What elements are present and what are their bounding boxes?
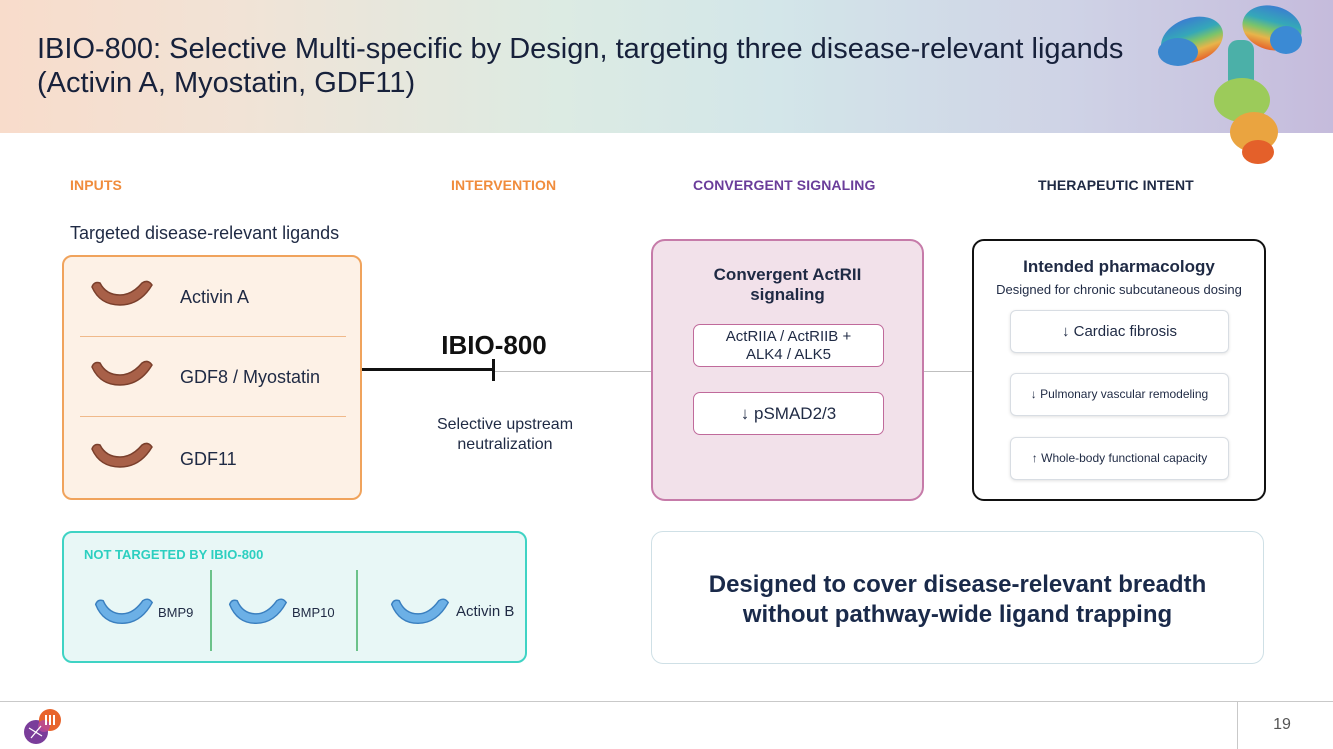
ligand-label: BMP10	[292, 605, 335, 620]
design-statement-box: Designed to cover disease-relevant bread…	[651, 531, 1264, 664]
ligand-icon	[228, 598, 288, 625]
intervention-description: Selective upstream neutralization	[436, 416, 574, 453]
ligand-label: GDF8 / Myostatin	[180, 367, 321, 387]
ligand-label: Activin A	[180, 287, 250, 307]
psmad-pill: ↓ pSMAD2/3	[693, 392, 884, 435]
ligand-icon	[390, 598, 450, 625]
page-number: 19	[1273, 716, 1291, 733]
row-divider	[80, 416, 346, 417]
not-targeted-title: NOT TARGETED BY IBIO-800	[84, 547, 264, 562]
ligand-icon	[91, 442, 153, 468]
receptor-pill: ActRIIA / ActRIIB + ALK4 / ALK5	[693, 324, 884, 367]
therapeutic-subtitle: Designed for chronic subcutaneous dosing	[996, 282, 1242, 297]
drug-label: IBIO-800	[441, 330, 547, 360]
column-header-inputs: INPUTS	[70, 177, 122, 193]
ligand-row: GDF11	[64, 419, 360, 499]
column-header-convergent: CONVERGENT SIGNALING	[693, 177, 876, 193]
convergent-signaling-box: Convergent ActRII signaling ActRIIA / Ac…	[651, 239, 924, 501]
column-header-therapeutic: THERAPEUTIC INTENT	[1038, 177, 1194, 193]
design-statement: Designed to cover disease-relevant bread…	[708, 571, 1207, 628]
ligand-label: GDF11	[180, 449, 237, 469]
not-targeted-box: NOT TARGETED BY IBIO-800 BMP9 BMP10 Acti…	[62, 531, 527, 663]
connector-line	[495, 371, 652, 372]
therapeutic-title: Intended pharmacology	[1023, 257, 1215, 276]
header-banner: IBIO-800: Selective Multi-specific by De…	[0, 0, 1333, 164]
footer-divider	[0, 701, 1333, 702]
ligand-label: Activin B	[456, 603, 515, 620]
ligand-row: GDF8 / Myostatin	[64, 337, 360, 417]
column-divider	[356, 570, 358, 651]
ligand-icon	[94, 598, 154, 625]
column-divider	[210, 570, 212, 651]
outcome-pill: ↑ Whole-body functional capacity	[1010, 437, 1229, 480]
connector-line	[924, 371, 972, 372]
inputs-subtitle: Targeted disease-relevant ligands	[70, 223, 340, 243]
ligand-icon	[91, 280, 153, 306]
antibody-icon	[1158, 5, 1302, 164]
inhibition-line	[362, 368, 494, 371]
footer-divider-vertical	[1237, 702, 1238, 749]
ligand-row: Activin A	[64, 257, 360, 337]
therapeutic-intent-box: Intended pharmacology Designed for chron…	[972, 239, 1266, 501]
outcome-pill: ↓ Cardiac fibrosis	[1010, 310, 1229, 353]
ligand-icon	[91, 360, 153, 386]
page-title: IBIO-800: Selective Multi-specific by De…	[37, 33, 1124, 99]
targeted-ligands-box: Activin A GDF8 / Myostatin GDF11	[62, 255, 362, 500]
convergent-title: Convergent ActRII signaling	[713, 265, 862, 304]
column-header-intervention: INTERVENTION	[451, 177, 557, 193]
ligand-label: BMP9	[158, 605, 194, 620]
inhibition-bar	[492, 359, 495, 381]
company-logo-icon	[24, 709, 61, 744]
outcome-pill: ↓ Pulmonary vascular remodeling	[1010, 373, 1229, 416]
